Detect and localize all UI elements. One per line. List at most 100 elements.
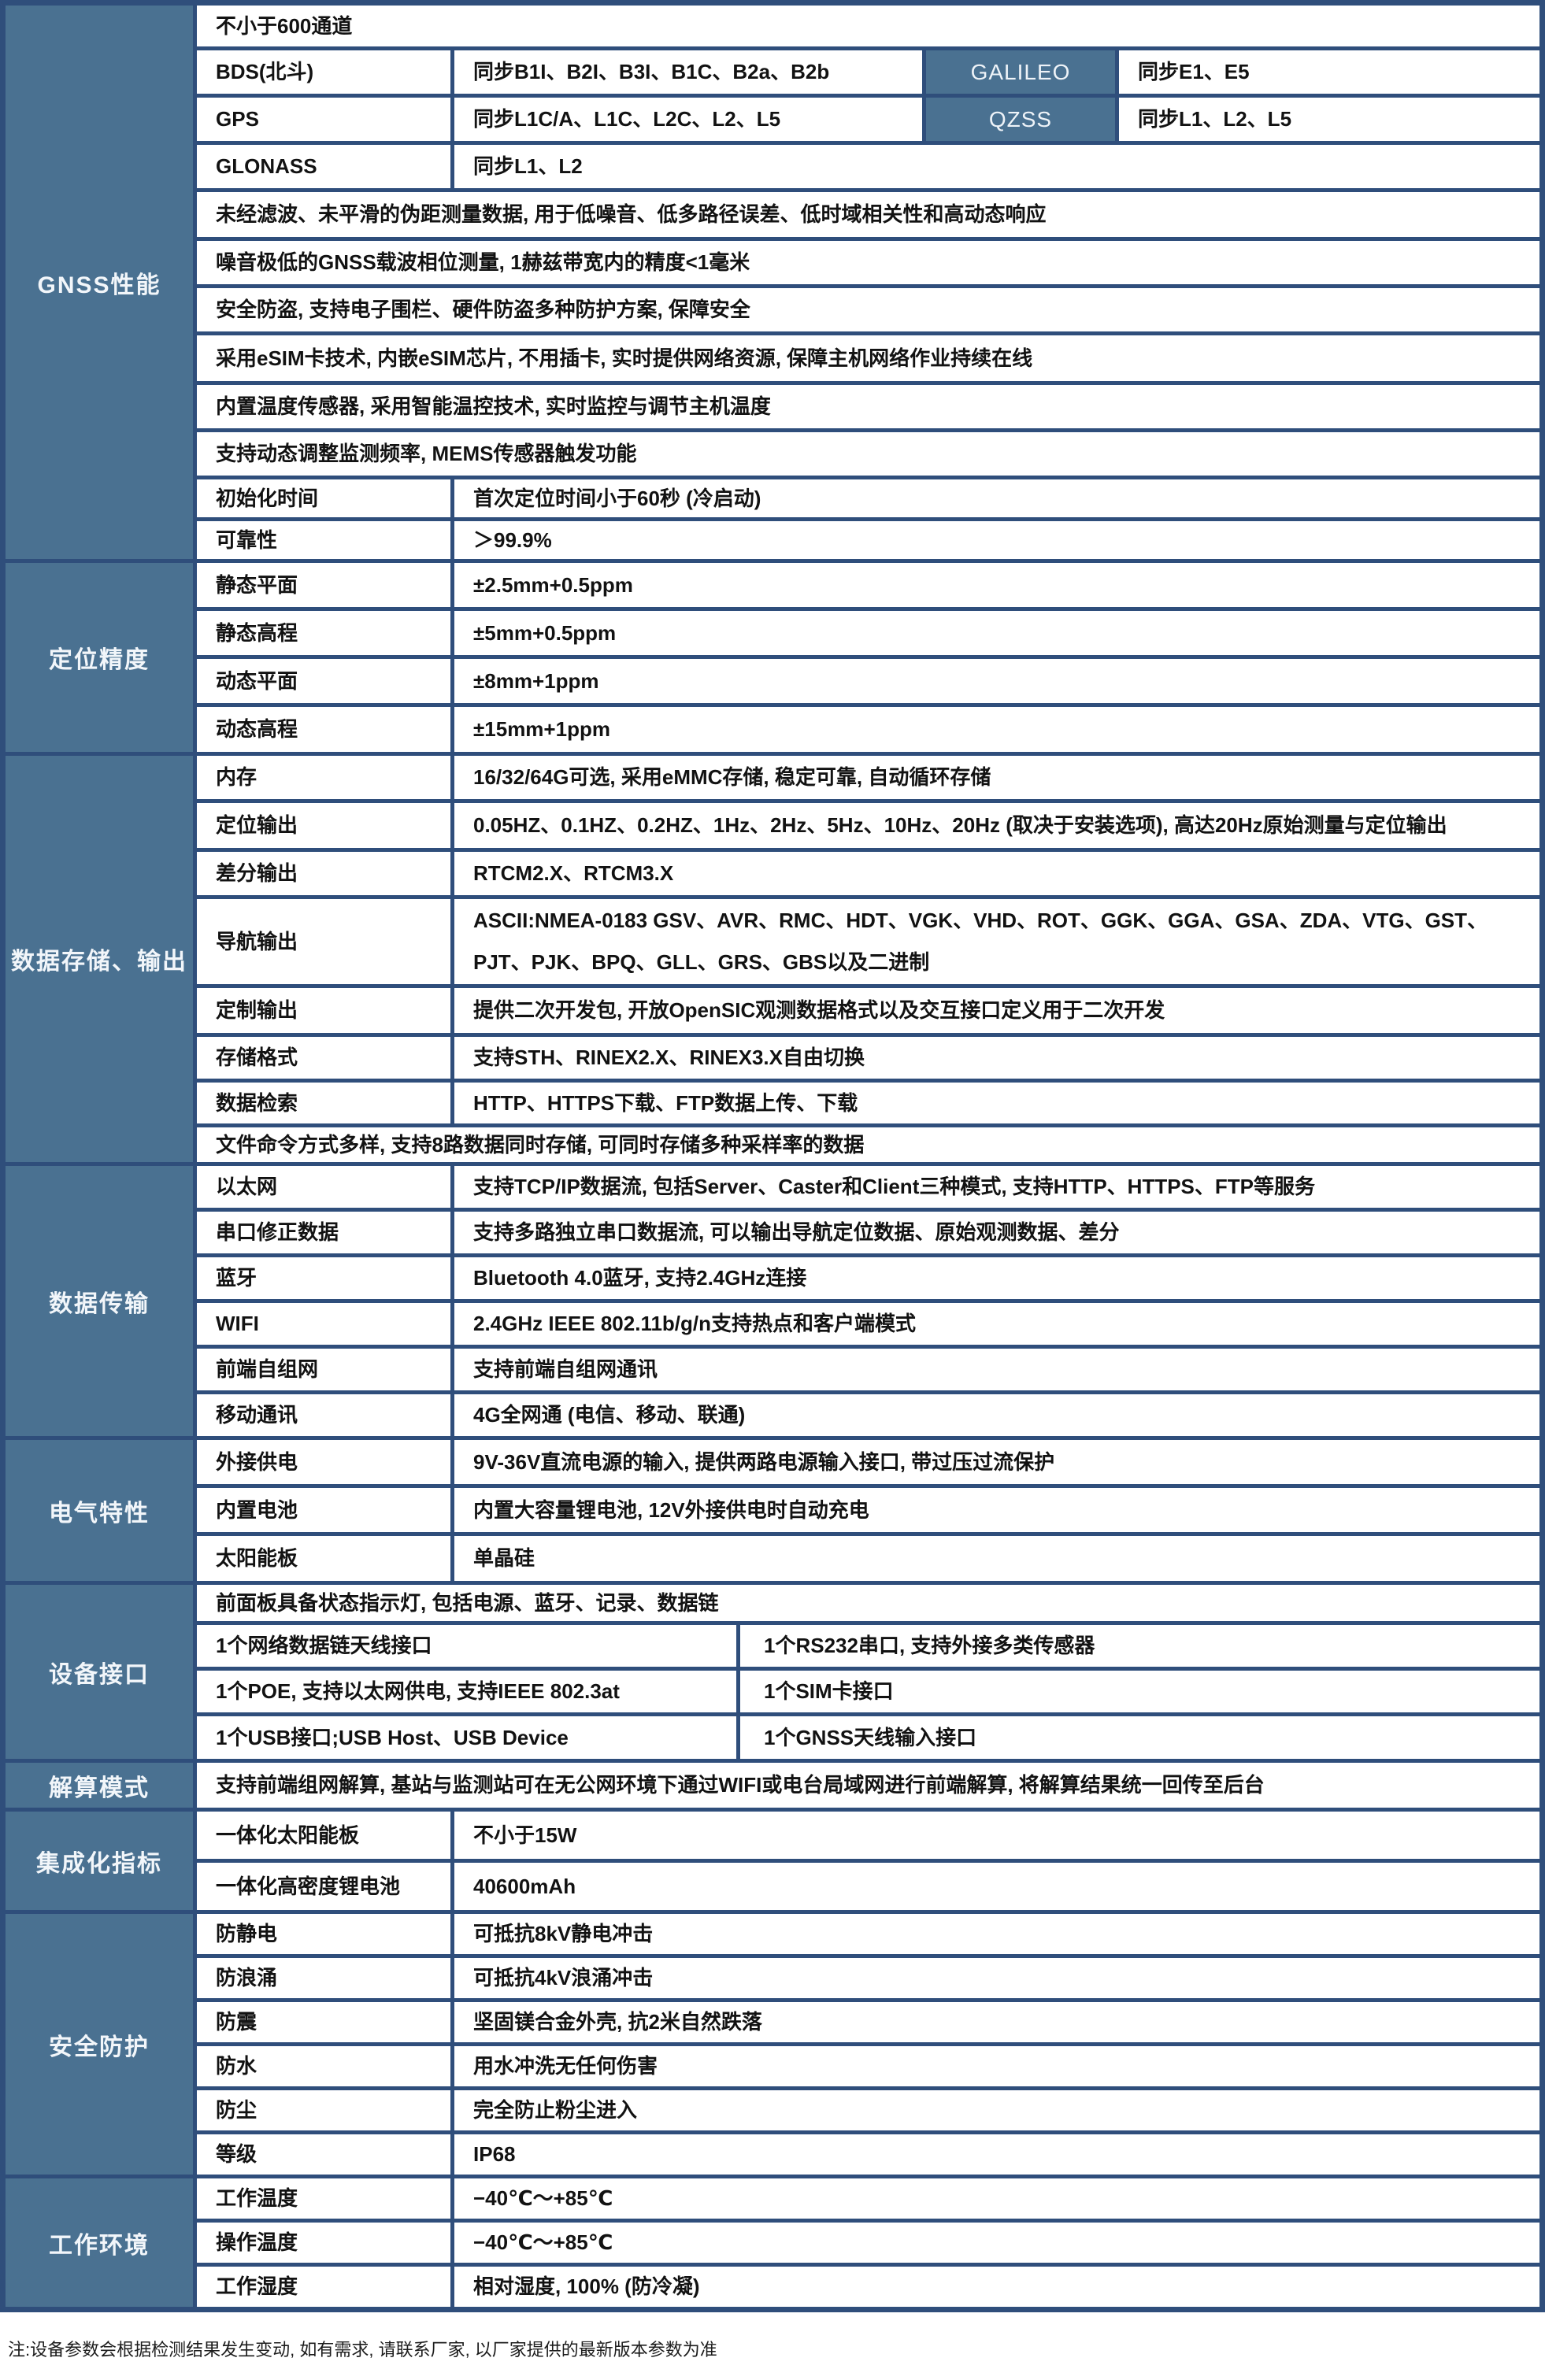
spec-row: GPS同步L1C/A、L1C、L2C、L2、L5QZSS同步L1、L2、L5 [197,98,1539,141]
section-rows: 内存16/32/64G可选, 采用eMMC存储, 稳定可靠, 自动循环存储定位输… [197,756,1539,1162]
spec-row: 差分输出RTCM2.X、RTCM3.X [197,852,1539,895]
spec-key-cell: 以太网 [197,1166,450,1208]
spec-key-cell: GLONASS [197,145,450,188]
spec-port-cell: 1个SIM卡接口 [740,1671,1539,1712]
spec-key-cell: 初始化时间 [197,479,450,517]
spec-text-cell: 安全防盗, 支持电子围栏、硬件防盗多种防护方案, 保障安全 [197,288,1539,331]
spec-section-4: 电气特性外接供电9V-36V直流电源的输入, 提供两路电源输入接口, 带过压过流… [6,1440,1539,1581]
spec-row: 定位输出0.05HZ、0.1HZ、0.2HZ、1Hz、2Hz、5Hz、10Hz、… [197,803,1539,848]
spec-row: 噪音极低的GNSS载波相位测量, 1赫兹带宽内的精度<1毫米 [197,241,1539,284]
spec-value-cell: −40℃～+85℃ [454,2178,1539,2219]
spec-row: 静态平面±2.5mm+0.5ppm [197,563,1539,607]
spec-value-cell: ±15mm+1ppm [454,707,1539,752]
spec-port-cell: 1个RS232串口, 支持外接多类传感器 [740,1625,1539,1667]
spec-row: 初始化时间首次定位时间小于60秒 (冷启动) [197,479,1539,517]
spec-section-3: 数据传输以太网支持TCP/IP数据流, 包括Server、Caster和Clie… [6,1166,1539,1436]
section-label: 集成化指标 [6,1812,193,1910]
section-label: GNSS性能 [6,6,193,559]
spec-row: 未经滤波、未平滑的伪距测量数据, 用于低噪音、低多路径误差、低时域相关性和高动态… [197,192,1539,237]
spec-key-cell: 工作湿度 [197,2267,450,2307]
spec-row: 等级IP68 [197,2134,1539,2175]
spec-text-cell: 支持前端组网解算, 基站与监测站可在无公网环境下通过WIFI或电台局域网进行前端… [197,1763,1539,1808]
spec-row: 一体化高密度锂电池40600mAh [197,1863,1539,1910]
spec-row: 1个USB接口;USB Host、USB Device1个GNSS天线输入接口 [197,1716,1539,1759]
spec-value-cell: 坚固镁合金外壳, 抗2米自然跌落 [454,2002,1539,2042]
spec-row: 支持动态调整监测频率, MEMS传感器触发功能 [197,432,1539,476]
spec-value-cell: 不小于15W [454,1812,1539,1859]
spec-row: 1个POE, 支持以太网供电, 支持IEEE 802.3at1个SIM卡接口 [197,1671,1539,1712]
spec-value-cell: 16/32/64G可选, 采用eMMC存储, 稳定可靠, 自动循环存储 [454,756,1539,799]
spec-row: 太阳能板单晶硅 [197,1536,1539,1581]
spec-value-cell: Bluetooth 4.0蓝牙, 支持2.4GHz连接 [454,1257,1539,1299]
spec-row: 存储格式支持STH、RINEX2.X、RINEX3.X自由切换 [197,1037,1539,1079]
spec-key-cell: 串口修正数据 [197,1212,450,1253]
spec-key-cell: GPS [197,98,450,141]
spec-value-cell: 9V-36V直流电源的输入, 提供两路电源输入接口, 带过压过流保护 [454,1440,1539,1484]
spec-value-cell: ±5mm+0.5ppm [454,611,1539,655]
spec-value-cell: IP68 [454,2134,1539,2175]
spec-row: 防静电可抵抗8kV静电冲击 [197,1914,1539,1954]
spec-value-cell: 可抵抗8kV静电冲击 [454,1914,1539,1954]
spec-value-cell: 首次定位时间小于60秒 (冷启动) [454,479,1539,517]
spec-value-cell: 支持TCP/IP数据流, 包括Server、Caster和Client三种模式,… [454,1166,1539,1208]
section-label: 数据存储、输出 [6,756,193,1162]
spec-row: 内置电池内置大容量锂电池, 12V外接供电时自动充电 [197,1488,1539,1532]
spec-port-cell: 1个USB接口;USB Host、USB Device [197,1716,736,1759]
section-rows: 以太网支持TCP/IP数据流, 包括Server、Caster和Client三种… [197,1166,1539,1436]
section-rows: 前面板具备状态指示灯, 包括电源、蓝牙、记录、数据链 1个网络数据链天线接口1个R… [197,1585,1539,1759]
spec-port-cell: 1个POE, 支持以太网供电, 支持IEEE 802.3at [197,1671,736,1712]
spec-value-cell: −40℃～+85℃ [454,2223,1539,2263]
section-rows: 工作温度−40℃～+85℃操作温度−40℃～+85℃工作湿度相对湿度, 100%… [197,2178,1539,2307]
spec-row: 串口修正数据支持多路独立串口数据流, 可以输出导航定位数据、原始观测数据、差分 [197,1212,1539,1253]
spec-value-cell: 支持STH、RINEX2.X、RINEX3.X自由切换 [454,1037,1539,1079]
spec-key-cell: 可靠性 [197,521,450,559]
spec-row: WIFI2.4GHz IEEE 802.11b/g/n支持热点和客户端模式 [197,1303,1539,1345]
spec-key-cell: 太阳能板 [197,1536,450,1581]
section-rows: 不小于600通道BDS(北斗)同步B1I、B2I、B3I、B1C、B2a、B2b… [197,6,1539,559]
spec-value-cell: 完全防止粉尘进入 [454,2090,1539,2130]
spec-section-1: 定位精度静态平面±2.5mm+0.5ppm静态高程±5mm+0.5ppm动态平面… [6,563,1539,752]
section-rows: 外接供电9V-36V直流电源的输入, 提供两路电源输入接口, 带过压过流保护内置… [197,1440,1539,1581]
spec-value-cell: 相对湿度, 100% (防冷凝) [454,2267,1539,2307]
spec-row: 内存16/32/64G可选, 采用eMMC存储, 稳定可靠, 自动循环存储 [197,756,1539,799]
spec-value-cell: ±2.5mm+0.5ppm [454,563,1539,607]
spec-row: 防浪涌可抵抗4kV浪涌冲击 [197,1958,1539,1998]
section-rows: 一体化太阳能板不小于15W一体化高密度锂电池40600mAh [197,1812,1539,1910]
spec-subheader-cell: GALILEO [926,50,1115,94]
spec-row: 操作温度−40℃～+85℃ [197,2223,1539,2263]
spec-value-cell: 同步E1、E5 [1119,50,1539,94]
spec-key-cell: 防静电 [197,1914,450,1954]
spec-table: GNSS性能不小于600通道BDS(北斗)同步B1I、B2I、B3I、B1C、B… [0,0,1545,2312]
spec-section-5: 设备接口前面板具备状态指示灯, 包括电源、蓝牙、记录、数据链1个网络数据链天线接… [6,1585,1539,1759]
spec-key-cell: 蓝牙 [197,1257,450,1299]
section-label: 定位精度 [6,563,193,752]
section-rows: 支持前端组网解算, 基站与监测站可在无公网环境下通过WIFI或电台局域网进行前端… [197,1763,1539,1808]
spec-row: 蓝牙Bluetooth 4.0蓝牙, 支持2.4GHz连接 [197,1257,1539,1299]
spec-port-cell: 1个网络数据链天线接口 [197,1625,736,1667]
section-label: 工作环境 [6,2178,193,2307]
spec-key-cell: 静态高程 [197,611,450,655]
spec-row: 安全防盗, 支持电子围栏、硬件防盗多种防护方案, 保障安全 [197,288,1539,331]
spec-key-cell: 防震 [197,2002,450,2042]
spec-section-8: 安全防护防静电可抵抗8kV静电冲击防浪涌可抵抗4kV浪涌冲击防震坚固镁合金外壳,… [6,1914,1539,2175]
spec-value-cell: 用水冲洗无任何伤害 [454,2046,1539,2086]
spec-text-cell: 前面板具备状态指示灯, 包括电源、蓝牙、记录、数据链 [197,1585,1539,1621]
spec-text-cell: 噪音极低的GNSS载波相位测量, 1赫兹带宽内的精度<1毫米 [197,241,1539,284]
spec-value-cell: 同步B1I、B2I、B3I、B1C、B2a、B2b [454,50,922,94]
section-label: 安全防护 [6,1914,193,2175]
spec-text-cell: 不小于600通道 [197,6,1539,46]
spec-port-cell: 1个GNSS天线输入接口 [740,1716,1539,1759]
spec-text-cell: 采用eSIM卡技术, 内嵌eSIM芯片, 不用插卡, 实时提供网络资源, 保障主… [197,335,1539,381]
spec-value-cell: 支持前端自组网通讯 [454,1349,1539,1390]
spec-key-cell: 防水 [197,2046,450,2086]
spec-row: 防尘完全防止粉尘进入 [197,2090,1539,2130]
spec-row: 数据检索HTTP、HTTPS下载、FTP数据上传、下载 [197,1083,1539,1123]
spec-key-cell: 定制输出 [197,988,450,1033]
spec-row: 工作温度−40℃～+85℃ [197,2178,1539,2219]
spec-row: 不小于600通道 [197,6,1539,46]
section-rows: 防静电可抵抗8kV静电冲击防浪涌可抵抗4kV浪涌冲击防震坚固镁合金外壳, 抗2米… [197,1914,1539,2175]
spec-row: 工作湿度相对湿度, 100% (防冷凝) [197,2267,1539,2307]
spec-section-6: 解算模式支持前端组网解算, 基站与监测站可在无公网环境下通过WIFI或电台局域网… [6,1763,1539,1808]
spec-key-cell: 移动通讯 [197,1394,450,1436]
spec-row: 可靠性＞99.9% [197,521,1539,559]
